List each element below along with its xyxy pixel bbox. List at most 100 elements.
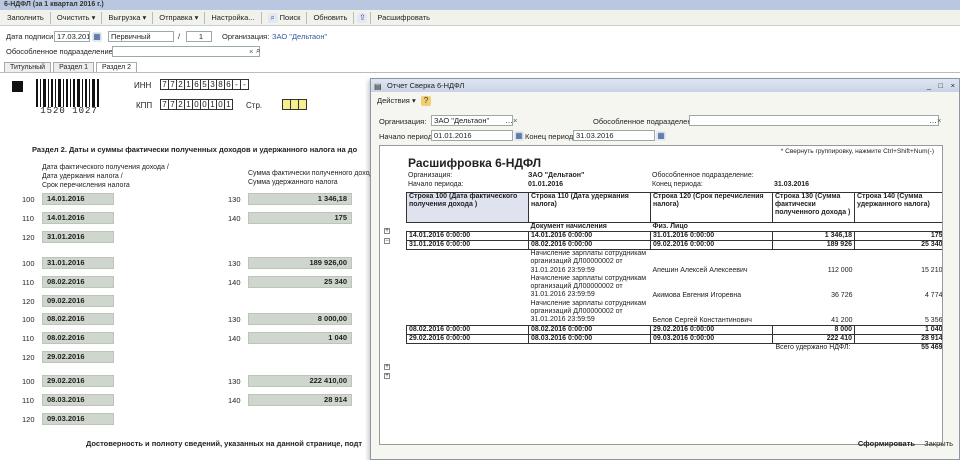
export-menu[interactable]: Выгрузка ▾ (105, 11, 149, 24)
close-button[interactable]: Закрыть (924, 439, 953, 448)
collapse-icon[interactable]: − (384, 238, 390, 244)
report-cell: 4 774 (924, 291, 943, 299)
tab-bar: Титульный Раздел 1 Раздел 2 (4, 62, 138, 72)
tab-section1[interactable]: Раздел 1 (53, 62, 95, 72)
start-calendar-icon[interactable]: ▦ (514, 131, 524, 141)
search-small-icon[interactable]: ⌕ (256, 46, 260, 56)
report-subdiv-field[interactable] (689, 115, 939, 126)
report-subdiv-clear-icon[interactable]: × (937, 116, 941, 125)
page-cell[interactable] (298, 99, 307, 110)
start-period-field[interactable]: 01.01.2016 (431, 130, 513, 141)
amount-field-c130[interactable]: 1 346,18 (248, 193, 352, 205)
col-header-120: Строка 120 (Срок перечисления налога) (650, 192, 773, 223)
calendar-icon[interactable]: ▦ (92, 32, 102, 42)
doc-type-select[interactable]: Первичный (108, 31, 174, 42)
report-row[interactable]: 31.01.2016 0:00:00 08.02.2016 0:00:00 09.0… (406, 240, 942, 250)
report-org-search-icon[interactable]: … (505, 116, 513, 125)
date-field-c120[interactable]: 09.02.2016 (42, 295, 114, 307)
amount-field-c130[interactable]: 8 000,00 (248, 313, 352, 325)
report-org-field[interactable]: ЗАО "Дельтаон" (431, 115, 513, 126)
report-row[interactable]: Начисление зарплаты сотрудникам организа… (407, 300, 943, 325)
report-cell: 08.02.2016 0:00:00 (528, 325, 651, 335)
clear-label: Очистить (56, 13, 90, 22)
line-code: 100 (22, 195, 35, 204)
report-cell: 08.02.2016 0:00:00 (406, 325, 529, 335)
report-cell (407, 300, 529, 325)
date-field-c110[interactable]: 08.03.2016 (42, 394, 114, 406)
minimize-icon[interactable]: _ (927, 79, 931, 92)
date-field-c100[interactable]: 08.02.2016 (42, 313, 114, 325)
col-header-140: Строка 140 (Сумма удержанного налога) (854, 192, 942, 223)
date-field-c110[interactable]: 08.02.2016 (42, 276, 114, 288)
actions-menu[interactable]: Действия ▾ (377, 96, 416, 105)
report-row[interactable]: Начисление зарплаты сотрудникам организа… (407, 275, 943, 300)
amount-field-c130[interactable]: 189 926,00 (248, 257, 352, 269)
decrypt-button[interactable]: Расшифровать (374, 11, 433, 24)
report-sheet[interactable]: * Свернуть группировку, нажмите Ctrl+Shi… (379, 145, 943, 445)
barcode-number: 1520 1027 (40, 106, 98, 116)
report-subdiv-search-icon[interactable]: … (929, 116, 937, 125)
date-field-c110[interactable]: 14.01.2016 (42, 212, 114, 224)
date-field-c100[interactable]: 29.02.2016 (42, 375, 114, 387)
send-menu[interactable]: Отправка ▾ (156, 11, 201, 24)
amount-field-c140[interactable]: 175 (248, 212, 352, 224)
fill-button[interactable]: Заполнить (4, 11, 47, 24)
generate-button[interactable]: Сформировать (858, 439, 915, 448)
line-code: 100 (22, 377, 35, 386)
amount-field-c140[interactable]: 1 040 (248, 332, 352, 344)
report-row[interactable]: 08.02.2016 0:00:00 08.02.2016 0:00:00 29.0… (406, 325, 942, 335)
upload-icon[interactable]: ⇪ (357, 12, 368, 23)
refresh-button[interactable]: Обновить (310, 11, 350, 24)
report-row[interactable]: 29.02.2016 0:00:00 08.03.2016 0:00:00 09.0… (406, 334, 942, 344)
subdiv-field[interactable] (112, 46, 260, 57)
help-icon[interactable]: ? (421, 96, 431, 106)
tab-title[interactable]: Титульный (4, 62, 52, 72)
section-title: Раздел 2. Даты и суммы фактически получе… (32, 145, 358, 154)
amount-field-c140[interactable]: 28 914 (248, 394, 352, 406)
clear-icon[interactable]: × (249, 47, 253, 56)
line-code: 130 (228, 377, 241, 386)
end-period-field[interactable]: 31.03.2016 (573, 130, 655, 141)
sign-date-field[interactable]: 17.03.2016 (54, 31, 90, 42)
date-field-c120[interactable]: 29.02.2016 (42, 351, 114, 363)
date-field-c120[interactable]: 31.01.2016 (42, 231, 114, 243)
report-org-clear-icon[interactable]: × (513, 116, 517, 125)
end-calendar-icon[interactable]: ▦ (656, 131, 666, 141)
kpp-cell[interactable]: 1 (224, 99, 233, 110)
org-label: Организация: (222, 32, 270, 41)
inn-cell[interactable]: - (240, 79, 249, 90)
total-label: Всего удержано НДФЛ: (775, 343, 851, 351)
correction-number-field[interactable]: 1 (186, 31, 212, 42)
report-row[interactable]: Начисление зарплаты сотрудникам организа… (407, 250, 943, 275)
report-title-bar: ▤ Отчет Сверка 6-НДФЛ _ □ × (371, 79, 959, 92)
date-field-c100[interactable]: 31.01.2016 (42, 257, 114, 269)
org-link[interactable]: ЗАО "Дельтаон" (272, 32, 327, 41)
col-header-110: Строка 110 (Дата удержания налога) (528, 192, 651, 223)
amount-field-c130[interactable]: 222 410,00 (248, 375, 352, 387)
settings-button[interactable]: Настройка... (208, 11, 257, 24)
report-row[interactable]: 14.01.2016 0:00:00 14.01.2016 0:00:00 31.0… (406, 231, 942, 241)
barcode: 1520 1027 (36, 79, 102, 116)
line-code: 120 (22, 297, 35, 306)
clear-menu[interactable]: Очистить ▾ (54, 11, 99, 24)
expand-icon[interactable]: + (384, 373, 390, 379)
report-cell: 8 000 (772, 325, 855, 335)
amount-field-c140[interactable]: 25 340 (248, 276, 352, 288)
col2-header: Сумма фактически полученного дохода / Су… (248, 170, 381, 186)
report-window: ▤ Отчет Сверка 6-НДФЛ _ □ × Действия ▾ ?… (370, 78, 960, 460)
info-end: 31.03.2016 (774, 181, 810, 188)
tab-section2[interactable]: Раздел 2 (96, 62, 138, 72)
date-field-c120[interactable]: 09.03.2016 (42, 413, 114, 425)
subdiv-row: Обособленное подразделение: × ⌕ (0, 46, 960, 60)
maximize-icon[interactable]: □ (938, 79, 943, 92)
close-icon[interactable]: × (951, 79, 955, 92)
report-cell: 112 000 (827, 266, 853, 274)
date-field-c110[interactable]: 08.02.2016 (42, 332, 114, 344)
expand-icon[interactable]: + (384, 228, 390, 234)
report-cell: Начисление зарплаты сотрудникам организа… (530, 250, 647, 274)
report-cell: 31.01.2016 0:00:00 (406, 240, 529, 250)
search-button[interactable]: ⌕ Поиск (265, 11, 304, 24)
expand-icon[interactable]: + (384, 364, 390, 370)
date-field-c100[interactable]: 14.01.2016 (42, 193, 114, 205)
inn-cells: 772165386-- (160, 79, 249, 90)
